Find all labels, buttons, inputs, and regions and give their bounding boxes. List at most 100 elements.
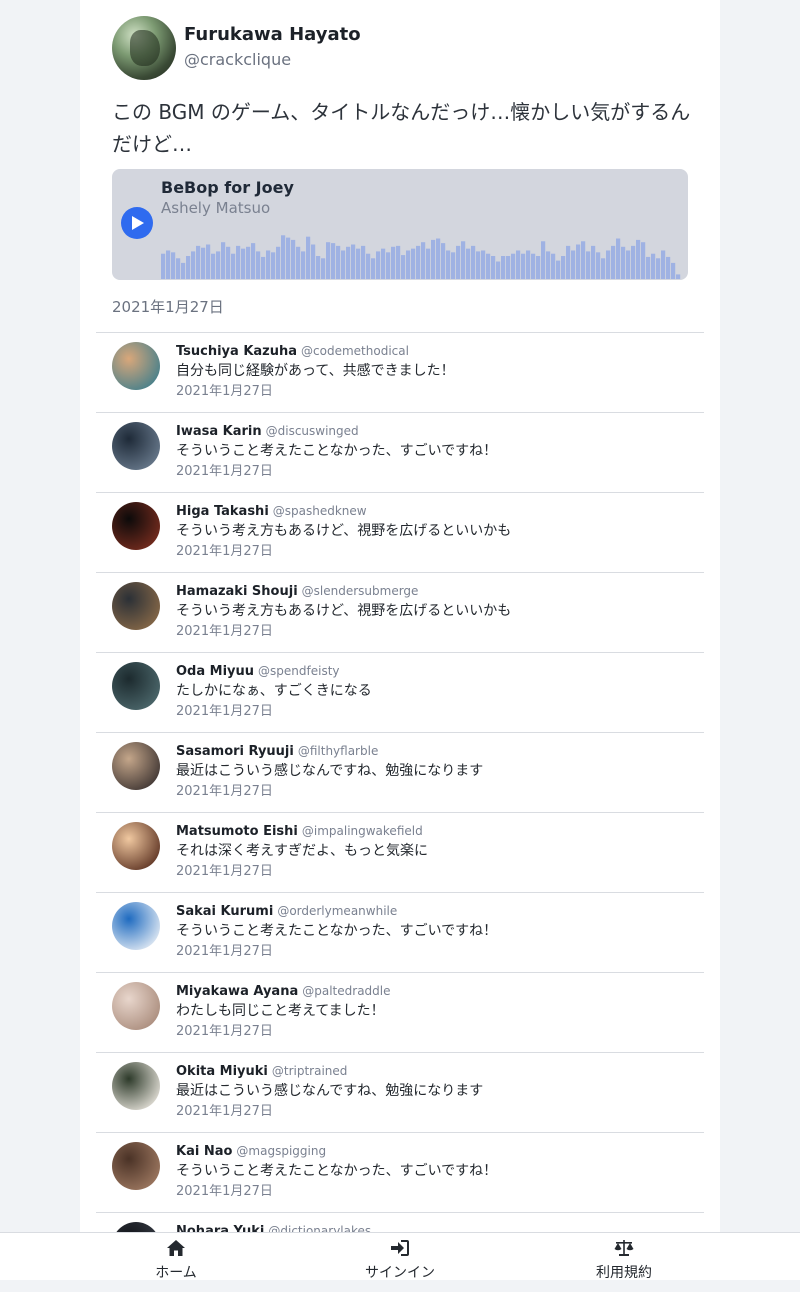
reply-item[interactable]: Okita Miyuki @triptrained 最近はこういう感じなんですね、勉… [96,1052,704,1132]
waveform-bar [411,248,416,279]
nav-home-label: ホーム [155,1265,197,1281]
reply-author-name[interactable]: Iwasa Karin [176,424,262,439]
reply-date: 2021年1月27日 [176,624,273,639]
waveform-bar [556,260,561,279]
nav-home[interactable]: ホーム [116,1233,236,1281]
reply-item[interactable]: Kai Nao @magspigging そういうこと考えたことなかった、すごいです… [96,1132,704,1212]
reply-author-name[interactable]: Kai Nao [176,1144,232,1159]
reply-author-handle: @triptrained [271,1064,348,1078]
play-button[interactable] [121,207,153,239]
waveform-bar [326,242,331,279]
waveform[interactable] [161,225,681,279]
waveform-bar [296,246,301,279]
reply-item[interactable]: Matsumoto Eishi @impalingwakefield それは深く考え… [96,812,704,892]
reply-meta: Matsumoto Eishi @impalingwakefield [176,822,423,841]
waveform-bar [536,256,541,279]
reply-item[interactable]: Sakai Kurumi @orderlymeanwhile そういうこと考えたこと… [96,892,704,972]
waveform-bar [161,253,166,279]
waveform-bar [641,242,646,279]
waveform-bar [591,245,596,279]
reply-author-name[interactable]: Oda Miyuu [176,664,254,679]
reply-author-name[interactable]: Okita Miyuki [176,1064,268,1079]
waveform-bar [491,256,496,279]
nav-terms[interactable]: 利用規約 [564,1233,684,1281]
waveform-bar [631,245,636,279]
reply-item[interactable]: Iwasa Karin @discuswinged そういうこと考えたことなかった、… [96,412,704,492]
nav-signin[interactable]: サインイン [340,1233,460,1281]
waveform-bar [371,258,376,279]
waveform-bar [531,253,536,279]
waveform-bar [211,253,216,279]
sign-in-icon [391,1240,409,1256]
reply-avatar[interactable] [112,422,160,470]
reply-avatar[interactable] [112,1062,160,1110]
reply-avatar[interactable] [112,742,160,790]
reply-author-handle: @discuswinged [265,424,359,438]
reply-text: そういう考え方もあるけど、視野を広げるといいかも [176,523,512,539]
waveform-bar [366,253,371,279]
waveform-bar [386,252,391,279]
waveform-bar [221,242,226,279]
reply-date: 2021年1月27日 [176,544,273,559]
reply-author-name[interactable]: Higa Takashi [176,504,269,519]
reply-item[interactable]: Hamazaki Shouji @slendersubmerge そういう考え方もあ… [96,572,704,652]
reply-date: 2021年1月27日 [176,384,273,399]
waveform-bar [561,256,566,279]
reply-item[interactable]: Higa Takashi @spashedknew そういう考え方もあるけど、視野を… [96,492,704,572]
reply-meta: Sakai Kurumi @orderlymeanwhile [176,902,397,921]
waveform-bar [276,246,281,279]
waveform-bar [446,250,451,279]
waveform-bar [521,253,526,279]
track-artist: Ashely Matsuo [161,199,271,217]
author-avatar[interactable] [112,16,176,80]
track-title: BeBop for Joey [161,178,294,197]
reply-author-name[interactable]: Hamazaki Shouji [176,584,298,599]
reply-author-name[interactable]: Matsumoto Eishi [176,824,298,839]
waveform-bar [351,244,356,279]
reply-date: 2021年1月27日 [176,1184,273,1199]
waveform-bar [381,248,386,279]
reply-text: 自分も同じ経験があって、共感できました！ [176,363,455,379]
reply-text: そういうこと考えたことなかった、すごいですね！ [176,1163,498,1179]
waveform-bar [496,261,501,279]
reply-avatar[interactable] [112,342,160,390]
waveform-bar [316,256,321,279]
reply-item[interactable]: Oda Miyuu @spendfeisty たしかになぁ、すごくきになる 2021年… [96,652,704,732]
waveform-bar [201,247,206,279]
reply-avatar[interactable] [112,502,160,550]
reply-author-name[interactable]: Miyakawa Ayana [176,984,298,999]
scale-icon [614,1240,634,1256]
waveform-bar [301,251,306,279]
reply-avatar[interactable] [112,822,160,870]
reply-author-name[interactable]: Sasamori Ryuuji [176,744,294,759]
reply-avatar[interactable] [112,982,160,1030]
waveform-bar [526,250,531,279]
reply-author-name[interactable]: Tsuchiya Kazuha [176,344,297,359]
reply-avatar[interactable] [112,902,160,950]
waveform-bar [271,252,276,279]
waveform-bar [501,256,506,279]
waveform-bar [321,258,326,279]
waveform-bar [406,250,411,279]
waveform-bar [471,245,476,279]
reply-author-name[interactable]: Sakai Kurumi [176,904,273,919]
reply-meta: Sasamori Ryuuji @filthyflarble [176,742,378,761]
reply-text: それは深く考えすぎだよ、もっと気楽に [176,843,428,859]
author-name[interactable]: Furukawa Hayato [184,24,361,45]
reply-item[interactable]: Tsuchiya Kazuha @codemethodical 自分も同じ経験があっ… [96,332,704,412]
reply-avatar[interactable] [112,662,160,710]
post-date: 2021年1月27日 [112,298,224,316]
reply-date: 2021年1月27日 [176,864,273,879]
waveform-bar [206,244,211,279]
reply-avatar[interactable] [112,582,160,630]
reply-item[interactable]: Sasamori Ryuuji @filthyflarble 最近はこういう感じなん… [96,732,704,812]
reply-item[interactable]: Miyakawa Ayana @paltedraddle わたしも同じこと考えてまし… [96,972,704,1052]
waveform-bar [256,251,261,279]
waveform-bar [226,246,231,279]
waveform-bar [241,248,246,279]
waveform-bar [266,250,271,279]
waveform-bar [596,252,601,279]
waveform-bar [481,250,486,279]
waveform-bar [396,245,401,279]
reply-avatar[interactable] [112,1142,160,1190]
